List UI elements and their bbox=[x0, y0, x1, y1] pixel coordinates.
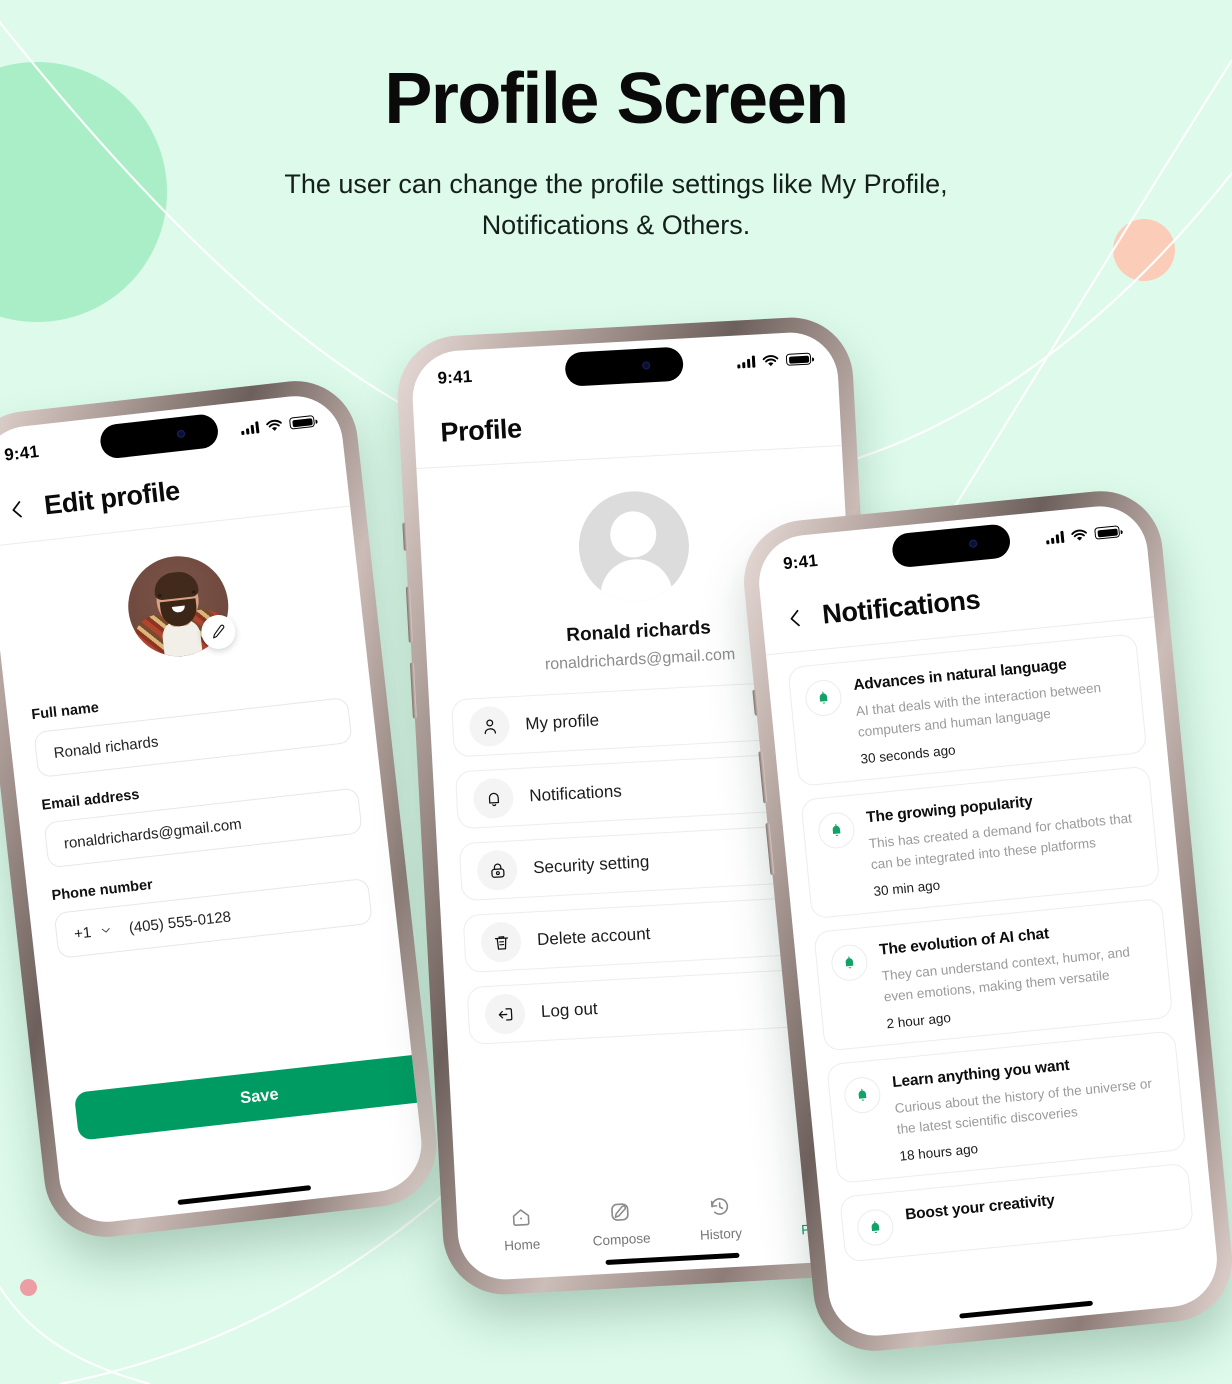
notification-title: Boost your creativity bbox=[904, 1192, 1056, 1224]
bell-icon bbox=[816, 810, 857, 851]
home-icon bbox=[512, 1209, 530, 1226]
bell-icon bbox=[855, 1207, 896, 1248]
home-indicator bbox=[177, 1184, 312, 1206]
chevron-left-icon[interactable] bbox=[783, 606, 807, 630]
bell-icon bbox=[472, 777, 515, 820]
phone-number-value: (405) 555-0128 bbox=[127, 907, 232, 937]
notification-item[interactable]: The growing popularity This has created … bbox=[800, 765, 1161, 920]
tab-history[interactable]: History bbox=[678, 1193, 762, 1244]
status-time: 9:41 bbox=[437, 366, 473, 388]
tab-home[interactable]: Home bbox=[479, 1203, 563, 1254]
lock-icon bbox=[476, 849, 519, 892]
cellular-bars-icon bbox=[1045, 530, 1065, 545]
full-name-field-group: Full name Ronald richards bbox=[31, 672, 353, 778]
pencil-icon bbox=[213, 624, 225, 639]
battery-icon bbox=[785, 352, 812, 366]
tab-label: Home bbox=[503, 1236, 541, 1254]
dynamic-island bbox=[98, 412, 220, 460]
battery-icon bbox=[288, 414, 316, 430]
notification-item[interactable]: Advances in natural language AI that dea… bbox=[787, 633, 1148, 787]
notification-item[interactable]: Learn anything you want Curious about th… bbox=[826, 1030, 1187, 1185]
notification-list: Advances in natural language AI that dea… bbox=[766, 617, 1214, 1264]
menu-label: Security setting bbox=[532, 852, 650, 878]
chevron-left-icon[interactable] bbox=[5, 497, 29, 521]
wifi-icon bbox=[1071, 529, 1087, 541]
menu-label: Notifications bbox=[528, 781, 623, 806]
page-header: Profile Screen The user can change the p… bbox=[0, 0, 1232, 247]
trash-icon bbox=[480, 921, 523, 964]
menu-label: Delete account bbox=[536, 924, 651, 950]
bell-icon bbox=[842, 1075, 883, 1115]
menu-label: Log out bbox=[540, 999, 599, 1022]
person-placeholder-icon bbox=[576, 488, 692, 605]
email-field-group: Email address ronaldrichards@gmail.com bbox=[41, 763, 363, 869]
phone-field-group: Phone number +1 (405) 555-0128 bbox=[51, 853, 373, 959]
home-indicator bbox=[605, 1252, 740, 1265]
edit-profile-title: Edit profile bbox=[42, 475, 182, 521]
bell-icon bbox=[803, 678, 844, 718]
dynamic-island bbox=[564, 346, 685, 387]
page-subtitle: The user can change the profile settings… bbox=[284, 168, 948, 241]
home-indicator bbox=[959, 1300, 1094, 1319]
avatar[interactable] bbox=[122, 551, 238, 662]
edit-profile-screen: 9:41 Edit profile Full name Ronald richa… bbox=[0, 391, 427, 1227]
page-title: Profile Screen bbox=[384, 59, 849, 139]
menu-label: My profile bbox=[524, 710, 600, 734]
save-button[interactable]: Save bbox=[73, 1051, 427, 1141]
history-icon bbox=[710, 1198, 728, 1215]
wifi-icon bbox=[266, 419, 282, 431]
status-time: 9:41 bbox=[782, 550, 819, 574]
tab-compose[interactable]: Compose bbox=[579, 1198, 663, 1249]
wifi-icon bbox=[762, 354, 779, 366]
chevron-down-icon[interactable] bbox=[99, 924, 112, 937]
bell-icon bbox=[829, 943, 870, 983]
cellular-bars-icon bbox=[240, 421, 260, 436]
user-icon bbox=[468, 705, 511, 748]
tab-label: History bbox=[699, 1225, 743, 1243]
battery-icon bbox=[1094, 525, 1121, 540]
country-code-value: +1 bbox=[73, 923, 93, 943]
profile-title: Profile bbox=[439, 413, 523, 448]
pencil-icon bbox=[611, 1203, 629, 1221]
tab-label: Compose bbox=[592, 1230, 651, 1249]
cellular-bars-icon bbox=[737, 355, 756, 369]
notification-item[interactable]: The evolution of AI chat They can unders… bbox=[813, 898, 1174, 1052]
notifications-screen: 9:41 Notifications Advances in natural l… bbox=[754, 501, 1222, 1341]
edit-profile-form: Full name Ronald richards Email address … bbox=[3, 636, 397, 962]
logout-icon bbox=[483, 992, 527, 1036]
phone-mockup-notifications: 9:41 Notifications Advances in natural l… bbox=[742, 489, 1232, 1353]
notifications-title: Notifications bbox=[820, 584, 982, 630]
status-time: 9:41 bbox=[3, 441, 41, 465]
dynamic-island bbox=[890, 523, 1012, 569]
